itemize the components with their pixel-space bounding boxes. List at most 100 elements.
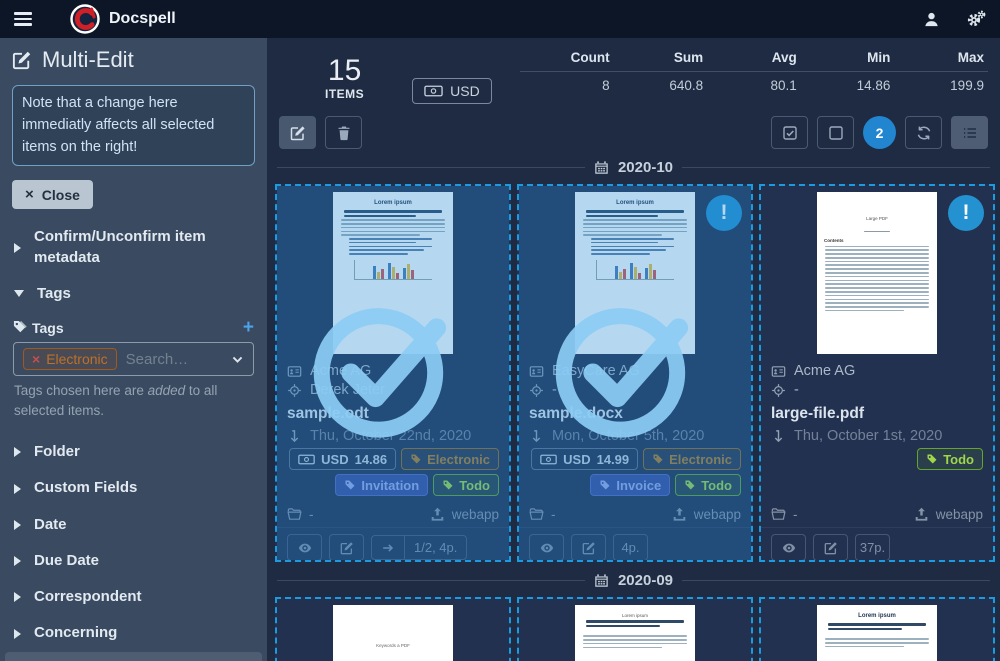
item-card[interactable]: Lorem ipsum	[517, 597, 753, 661]
concerning-person-icon	[772, 383, 785, 397]
banknote-icon	[424, 85, 443, 97]
sidebar-item-custom-fields[interactable]: Custom Fields	[0, 470, 267, 506]
multi-edit-note: Note that a change here immediatly affec…	[12, 85, 255, 167]
edit-selected-button[interactable]	[279, 116, 316, 149]
caret-right-icon	[14, 628, 21, 639]
caret-right-icon	[14, 242, 21, 253]
date-group-header: 2020-09	[277, 572, 990, 589]
square-icon	[828, 125, 843, 140]
caret-down-icon	[14, 290, 24, 298]
check-square-icon	[782, 125, 797, 140]
items-main-area: 15 ITEMS USD Count Sum Avg Min Max 8 640…	[267, 38, 1000, 661]
item-cards-row: Keywords a PDF Lorem ipsum Lorem ipsum	[275, 597, 995, 661]
edit-item-button[interactable]	[813, 534, 848, 560]
list-view-toggle-button[interactable]	[951, 116, 988, 149]
chevron-down-icon[interactable]	[231, 353, 244, 366]
tags-help-text: Tags chosen here are added to all select…	[14, 383, 218, 418]
remove-tag-icon[interactable]: ×	[32, 351, 40, 367]
item-card[interactable]: Lorem ipsum	[759, 597, 995, 661]
item-card-sample-docx[interactable]: ! Lorem ipsum EasyCare AG - sample.docx …	[517, 184, 753, 562]
tags-field-label: Tags	[32, 319, 64, 336]
stats-header-min: Min	[867, 50, 891, 65]
source-value: webapp	[935, 507, 983, 522]
folder-value: -	[793, 507, 798, 522]
currency-badge: USD	[412, 78, 492, 104]
add-tag-button[interactable]: +	[243, 318, 254, 337]
brand[interactable]: Docspell	[70, 4, 176, 34]
calendar-icon	[595, 574, 608, 587]
sync-icon	[917, 126, 930, 139]
item-date: Thu, October 1st, 2020	[794, 428, 943, 444]
sidebar-item-correspondent[interactable]: Correspondent	[0, 579, 267, 615]
hamburger-menu-icon[interactable]	[14, 12, 32, 26]
page-count: 37p.	[855, 534, 890, 560]
stats-header-sum: Sum	[673, 50, 704, 65]
selected-count-badge[interactable]: 2	[863, 116, 896, 149]
delete-selected-button[interactable]	[325, 116, 362, 149]
item-card[interactable]: Keywords a PDF	[275, 597, 511, 661]
stats-value-max: 199.9	[950, 78, 984, 93]
close-button[interactable]: × Close	[12, 180, 93, 210]
items-label: ITEMS	[325, 87, 365, 101]
caret-right-icon	[14, 592, 21, 603]
deselect-all-button[interactable]	[817, 116, 854, 149]
selected-tag-chip[interactable]: × Electronic	[23, 348, 117, 370]
select-all-button[interactable]	[771, 116, 808, 149]
item-count: 15	[327, 54, 362, 87]
edit-pencil-square-icon	[290, 125, 305, 140]
sidebar-item-concerning[interactable]: Concerning	[0, 615, 267, 651]
date-group-label: 2020-09	[617, 572, 674, 589]
sidebar-item-confirm-metadata[interactable]: Confirm/Unconfirm item metadata	[0, 219, 267, 276]
item-preview: Keywords a PDF	[277, 599, 509, 661]
tag-search-input[interactable]	[125, 350, 204, 368]
tags-multiselect[interactable]: × Electronic	[13, 342, 254, 376]
selected-overlay	[277, 186, 509, 560]
due-exclamation-badge: !	[948, 195, 984, 231]
multi-edit-toolbar: 2	[275, 104, 992, 149]
view-item-button[interactable]	[771, 534, 806, 560]
preview-doc-title: Keywords a PDF	[376, 643, 410, 648]
item-preview: Lorem ipsum	[761, 599, 993, 661]
concerning-name: -	[794, 382, 799, 398]
docspell-logo-icon	[70, 4, 100, 34]
item-card-sample-odt[interactable]: Lorem ipsum Acme AG Derek Jeter sample.o…	[275, 184, 511, 562]
folder-icon	[771, 508, 786, 520]
sidebar-item-date[interactable]: Date	[0, 507, 267, 543]
sidebar-header: Multi-Edit	[0, 38, 267, 77]
calendar-icon	[595, 161, 608, 174]
edit-pencil-square-icon	[824, 541, 837, 554]
selection-summary: 15 ITEMS USD Count Sum Avg Min Max 8 640…	[275, 38, 992, 104]
correspondent-id-card-icon	[771, 365, 786, 377]
caret-right-icon	[14, 519, 21, 530]
edit-pencil-square-icon	[12, 51, 31, 70]
stats-header-count: Count	[570, 50, 610, 65]
selected-overlay	[519, 186, 751, 560]
app-title: Docspell	[109, 10, 176, 27]
tag-icon	[927, 454, 937, 464]
caret-right-icon	[14, 556, 21, 566]
item-date-arrow-icon	[774, 429, 783, 442]
sidebar-item-folder[interactable]: Folder	[0, 434, 267, 470]
stats-value-min: 14.86	[856, 78, 891, 93]
item-card-large-file-pdf[interactable]: ! Large PDF Contents Acme AG - large-fil…	[759, 184, 995, 562]
tag-badge-todo: Todo	[917, 448, 983, 470]
refresh-button[interactable]	[905, 116, 942, 149]
list-view-icon	[963, 127, 976, 138]
stats-header-max: Max	[957, 50, 984, 65]
date-group-label: 2020-10	[617, 159, 674, 176]
selected-check-icon	[313, 308, 447, 438]
settings-gears-icon[interactable]	[966, 10, 986, 28]
sidebar-item-tags[interactable]: Tags	[0, 276, 267, 312]
sidebar-item-due-date[interactable]: Due Date	[0, 543, 267, 579]
correspondent-name: Acme AG	[794, 363, 856, 379]
trash-icon	[337, 126, 350, 140]
amount-stats-table: Count Sum Avg Min Max 8 640.8 80.1 14.86…	[520, 44, 988, 99]
user-account-icon[interactable]	[923, 11, 940, 28]
multi-edit-sidebar: Multi-Edit Note that a change here immed…	[0, 38, 267, 661]
preview-doc-title: Lorem ipsum	[621, 613, 648, 618]
caret-right-icon	[14, 483, 21, 494]
tags-icon	[13, 320, 27, 333]
tags-panel: Tags + × Electronic Tags chosen here are…	[0, 312, 267, 434]
sidebar-item-direction[interactable]: Direction	[5, 651, 262, 661]
item-name: large-file.pdf	[771, 405, 865, 422]
